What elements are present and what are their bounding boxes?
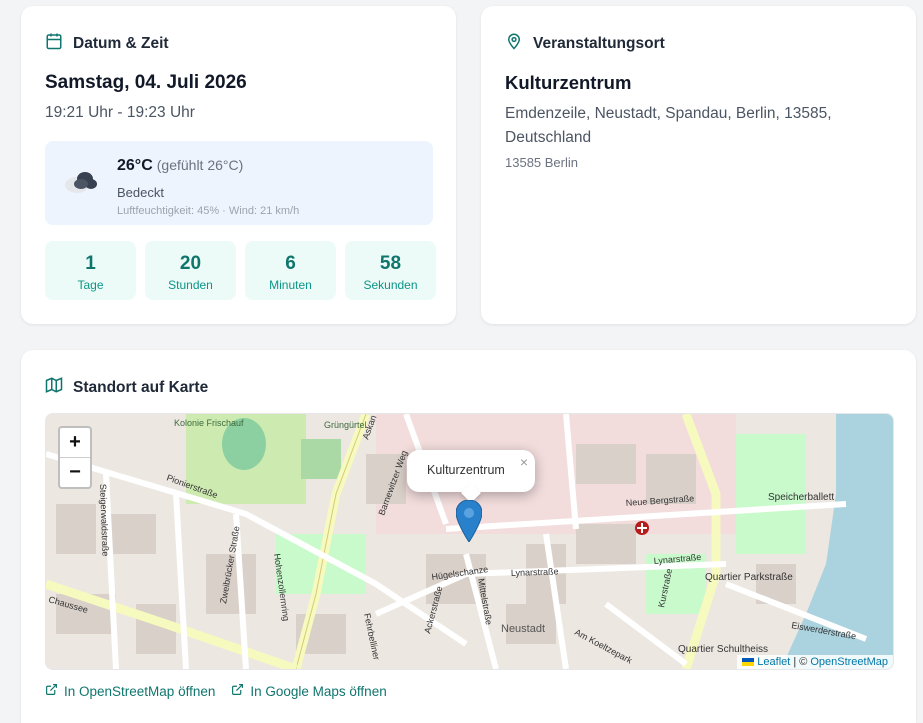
zoom-out-button[interactable]: −: [60, 458, 90, 487]
map-label: Speicherballett: [768, 492, 834, 503]
map-card: Standort auf Karte Pionierstraße Neue Be…: [21, 350, 916, 723]
map-pin-icon: [505, 32, 523, 55]
weather-temperature: 26°C (gefühlt 26°C): [117, 157, 243, 175]
osm-attribution-link[interactable]: OpenStreetMap: [810, 656, 888, 668]
map-label: Kolonie Frischauf: [174, 418, 244, 428]
map-label: Lynarstraße: [511, 566, 559, 578]
map-header: Standort auf Karte: [45, 376, 208, 399]
open-google-maps-label: In Google Maps öffnen: [250, 683, 387, 699]
map-icon: [45, 376, 63, 399]
map-view[interactable]: Pionierstraße Neue Bergstraße Lynarstraß…: [45, 413, 894, 670]
open-osm-link[interactable]: In OpenStreetMap öffnen: [45, 683, 215, 699]
countdown-value: 1: [85, 253, 96, 274]
event-date: Samstag, 04. Juli 2026: [45, 72, 247, 93]
external-link-icon: [231, 683, 244, 699]
cloudy-icon: [63, 166, 101, 196]
countdown-label: Stunden: [168, 278, 213, 292]
countdown-hours: 20 Stunden: [145, 241, 236, 300]
venue-card: Veranstaltungsort Kulturzentrum Emdenzei…: [481, 6, 916, 324]
countdown-label: Minuten: [269, 278, 312, 292]
event-time-range: 19:21 Uhr - 19:23 Uhr: [45, 104, 195, 121]
countdown-days: 1 Tage: [45, 241, 136, 300]
leaflet-link[interactable]: Leaflet: [757, 656, 790, 668]
countdown-label: Tage: [77, 278, 104, 292]
open-osm-label: In OpenStreetMap öffnen: [64, 683, 216, 699]
venue-name: Kulturzentrum: [505, 72, 632, 93]
zoom-control: + −: [58, 426, 92, 489]
countdown: 1 Tage 20 Stunden 6 Minuten 58 Sekunden: [45, 241, 436, 300]
popup-close-icon[interactable]: ×: [520, 454, 528, 470]
zoom-in-button[interactable]: +: [60, 428, 90, 458]
external-link-icon: [45, 683, 58, 699]
countdown-value: 6: [285, 253, 296, 274]
map-label: Quartier Parkstraße: [705, 572, 793, 583]
countdown-value: 20: [179, 253, 202, 274]
temperature-value: 26°C: [117, 157, 153, 174]
map-attribution: Leaflet | © OpenStreetMap: [737, 655, 893, 669]
feels-like: (gefühlt 26°C): [156, 157, 244, 173]
calendar-icon: [45, 32, 63, 55]
open-google-maps-link[interactable]: In Google Maps öffnen: [231, 683, 387, 699]
attribution-separator: | ©: [793, 656, 808, 668]
date-time-title: Datum & Zeit: [73, 34, 169, 52]
map-label: Grüngürtel: [324, 420, 367, 430]
venue-title: Veranstaltungsort: [533, 34, 665, 52]
map-title: Standort auf Karte: [73, 378, 209, 396]
countdown-minutes: 6 Minuten: [245, 241, 336, 300]
countdown-label: Sekunden: [363, 278, 418, 292]
date-time-header: Datum & Zeit: [45, 32, 169, 55]
date-time-card: Datum & Zeit Samstag, 04. Juli 2026 19:2…: [21, 6, 456, 324]
map-label: Neustadt: [501, 623, 545, 635]
countdown-value: 58: [379, 253, 402, 274]
venue-city: 13585 Berlin: [505, 155, 578, 170]
popup-text: Kulturzentrum: [427, 463, 505, 477]
map-links: In OpenStreetMap öffnen In Google Maps ö…: [45, 683, 387, 699]
map-label: Quartier Schultheiss: [678, 644, 768, 655]
countdown-seconds: 58 Sekunden: [345, 241, 436, 300]
weather-condition: Bedeckt: [117, 185, 164, 200]
map-marker-icon[interactable]: [455, 499, 483, 543]
venue-address: Emdenzeile, Neustadt, Spandau, Berlin, 1…: [505, 105, 832, 146]
map-popup: Kulturzentrum ×: [407, 450, 535, 503]
weather-details: Luftfeuchtigkeit: 45% · Wind: 21 km/h: [117, 205, 300, 217]
venue-header: Veranstaltungsort: [505, 32, 665, 55]
ukraine-flag-icon: [742, 658, 755, 666]
weather-panel: 26°C (gefühlt 26°C) Bedeckt Luftfeuchtigk…: [45, 141, 433, 225]
